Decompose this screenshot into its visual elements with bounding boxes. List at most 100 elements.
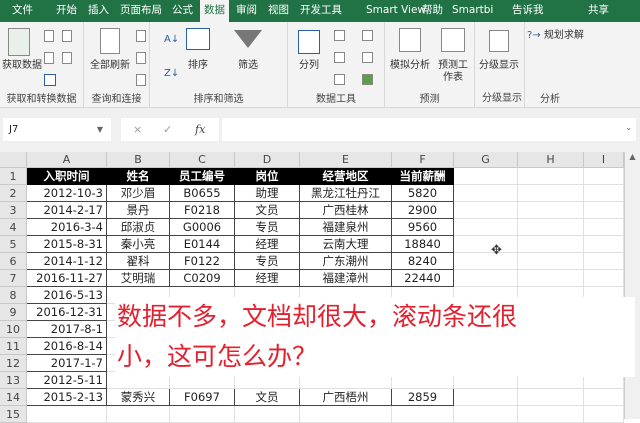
cell[interactable]	[518, 202, 584, 219]
header-cell[interactable]: 员工编号	[170, 168, 235, 185]
tab-5[interactable]: 数据	[200, 0, 229, 23]
table-cell[interactable]: 文员	[235, 389, 300, 406]
table-cell[interactable]: 黑龙江牡丹江	[300, 185, 392, 202]
table-cell[interactable]: 邱淑贞	[107, 219, 170, 236]
table-cell[interactable]: 2016-3-4	[27, 219, 107, 236]
row-header-15[interactable]: 15	[0, 406, 27, 423]
what-if-button[interactable]: 模拟分析	[387, 60, 433, 72]
cell[interactable]	[584, 219, 624, 236]
recent-sources-icon[interactable]	[62, 30, 72, 42]
header-cell[interactable]: 岗位	[235, 168, 300, 185]
row-header-13[interactable]: 13	[0, 372, 27, 389]
table-cell[interactable]: 2016-5-13	[27, 287, 107, 304]
from-table-icon[interactable]	[44, 74, 56, 86]
cell[interactable]	[518, 406, 584, 423]
table-cell[interactable]: 文员	[235, 202, 300, 219]
table-cell[interactable]: 邓少眉	[107, 185, 170, 202]
row-header-10[interactable]: 10	[0, 321, 27, 338]
sort-descending-icon[interactable]: Z↓	[164, 68, 179, 80]
outline-button[interactable]: 分级显示	[475, 60, 523, 72]
from-text-icon[interactable]	[44, 30, 54, 42]
edit-links-icon[interactable]	[136, 74, 146, 86]
header-cell[interactable]: 入职时间	[27, 168, 107, 185]
cell[interactable]	[454, 219, 518, 236]
cell[interactable]	[518, 389, 584, 406]
table-cell[interactable]: 广东潮州	[300, 253, 392, 270]
cell[interactable]	[454, 253, 518, 270]
table-cell[interactable]: 2014-1-12	[27, 253, 107, 270]
column-header-F[interactable]: F	[392, 152, 454, 168]
column-header-B[interactable]: B	[107, 152, 170, 168]
table-cell[interactable]: 22440	[392, 270, 454, 287]
cancel-icon[interactable]: ×	[133, 118, 142, 141]
table-cell[interactable]: 助理	[235, 185, 300, 202]
row-header-12[interactable]: 12	[0, 355, 27, 372]
cell[interactable]	[518, 185, 584, 202]
cell[interactable]	[584, 270, 624, 287]
header-cell[interactable]: 当前薪酬	[392, 168, 454, 185]
sort-ascending-icon[interactable]: A↓	[164, 34, 179, 46]
tab-0[interactable]: 文件	[8, 0, 37, 22]
scroll-up-icon[interactable]: ▲	[625, 152, 640, 161]
column-header-H[interactable]: H	[518, 152, 584, 168]
cell[interactable]	[584, 168, 624, 185]
spreadsheet-grid[interactable]: A B C D E F G H I 1 2 3 4 5 6 7 8 9 10 11 12 13 14 15 入职时间 姓名 员工编号…	[0, 152, 640, 423]
cell[interactable]	[392, 406, 454, 423]
table-cell[interactable]: 专员	[235, 219, 300, 236]
from-web-icon[interactable]	[44, 52, 54, 64]
chevron-down-icon[interactable]: ▼	[97, 118, 103, 141]
get-data-button[interactable]: 获取数据	[2, 60, 42, 72]
formula-input[interactable]: ⌄	[222, 118, 636, 141]
cell[interactable]	[235, 406, 300, 423]
vertical-scrollbar[interactable]: ▲	[624, 152, 640, 419]
cell[interactable]	[454, 270, 518, 287]
table-cell[interactable]: 18840	[392, 236, 454, 253]
table-cell[interactable]: 2012-10-3	[27, 185, 107, 202]
row-header-7[interactable]: 7	[0, 270, 27, 287]
flash-fill-icon[interactable]	[334, 30, 345, 41]
data-validation-icon[interactable]	[334, 74, 345, 85]
tab-3[interactable]: 页面布局	[116, 0, 166, 22]
data-model-icon[interactable]	[362, 74, 373, 85]
tab-2[interactable]: 插入	[84, 0, 113, 22]
table-cell[interactable]: 经理	[235, 270, 300, 287]
tab-1[interactable]: 开始	[52, 0, 81, 22]
table-cell[interactable]: 2900	[392, 202, 454, 219]
existing-connections-icon[interactable]	[62, 52, 72, 64]
cell[interactable]	[170, 406, 235, 423]
table-cell[interactable]: 2012-5-11	[27, 372, 107, 389]
cell[interactable]	[27, 406, 107, 423]
tab-6[interactable]: 审阅	[232, 0, 261, 22]
table-cell[interactable]: F0697	[170, 389, 235, 406]
tab-12[interactable]: 告诉我	[508, 0, 548, 22]
cell[interactable]	[454, 406, 518, 423]
column-header-I[interactable]: I	[584, 152, 624, 168]
cell[interactable]	[454, 168, 518, 185]
properties-icon[interactable]	[136, 52, 146, 64]
table-cell[interactable]: 翟科	[107, 253, 170, 270]
relationships-icon[interactable]	[362, 52, 373, 63]
table-cell[interactable]: 广西桂林	[300, 202, 392, 219]
cell[interactable]	[584, 185, 624, 202]
table-cell[interactable]: 2014-2-17	[27, 202, 107, 219]
tab-10[interactable]: 帮助	[418, 0, 447, 22]
column-header-G[interactable]: G	[454, 152, 518, 168]
consolidate-icon[interactable]	[362, 30, 373, 41]
row-header-3[interactable]: 3	[0, 202, 27, 219]
cell[interactable]	[518, 168, 584, 185]
table-cell[interactable]: 2017-1-7	[27, 355, 107, 372]
filter-button[interactable]: 筛选	[232, 60, 264, 72]
table-cell[interactable]: E0144	[170, 236, 235, 253]
cell[interactable]	[454, 185, 518, 202]
table-cell[interactable]: 秦小亮	[107, 236, 170, 253]
table-cell[interactable]: 2017-8-1	[27, 321, 107, 338]
table-cell[interactable]: 8240	[392, 253, 454, 270]
table-cell[interactable]: F0122	[170, 253, 235, 270]
table-cell[interactable]: 2015-8-31	[27, 236, 107, 253]
row-header-4[interactable]: 4	[0, 219, 27, 236]
solver-button[interactable]: ?→ 规划求解	[527, 30, 597, 42]
cell[interactable]	[584, 202, 624, 219]
enter-icon[interactable]: ✓	[163, 118, 172, 141]
tab-7[interactable]: 视图	[264, 0, 293, 22]
insert-function-icon[interactable]: fx	[195, 118, 205, 141]
